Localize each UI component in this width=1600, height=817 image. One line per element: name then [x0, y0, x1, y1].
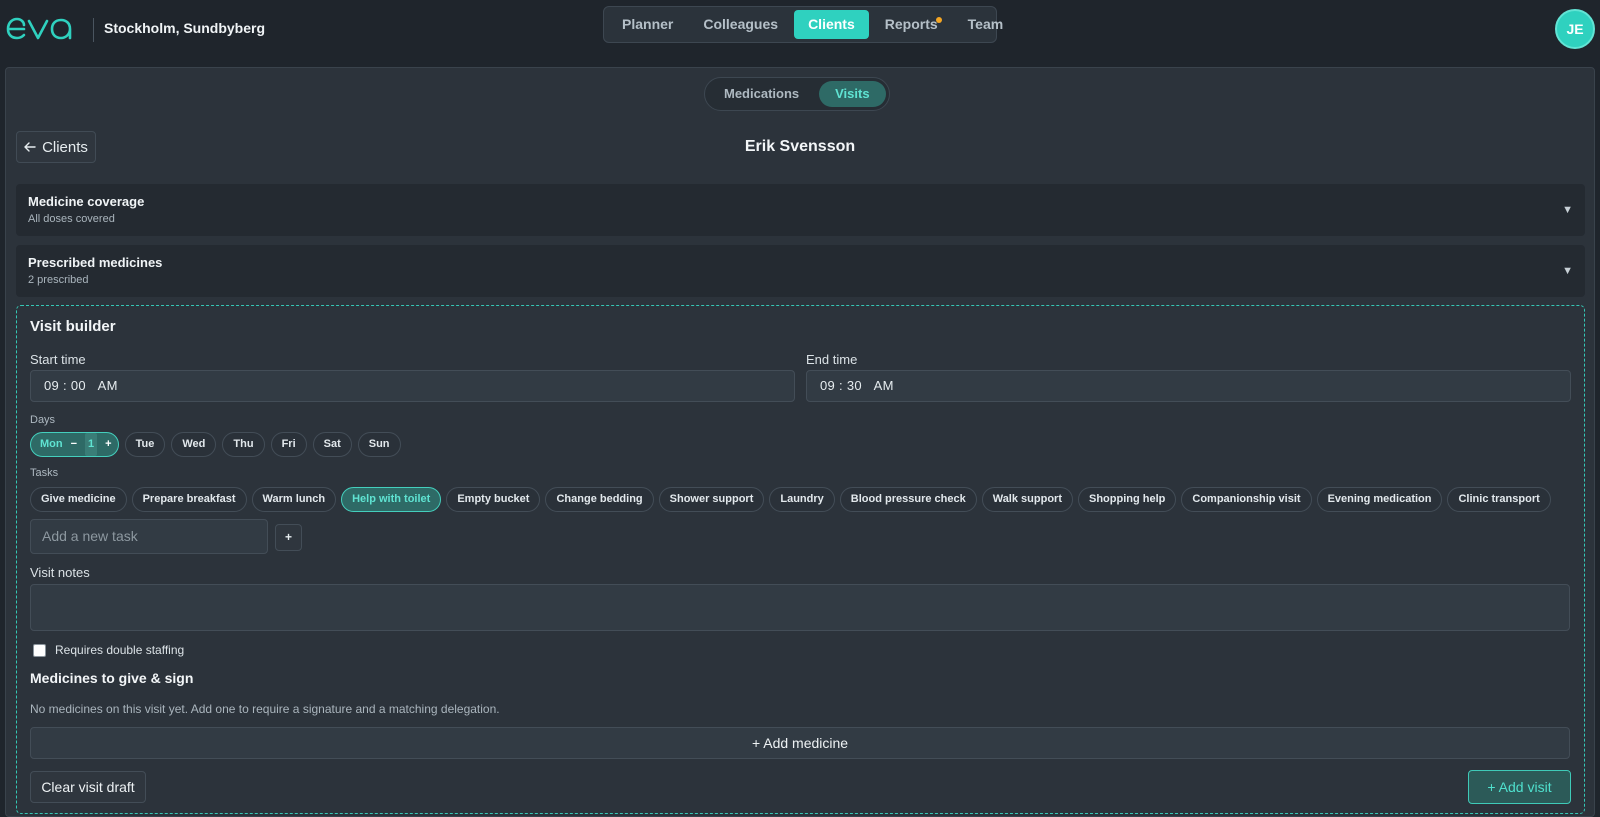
task-chip[interactable]: Shopping help	[1077, 487, 1177, 512]
day-chip-sun[interactable]: Sun	[357, 432, 401, 457]
client-name-title: Erik Svensson	[744, 138, 856, 155]
task-chip[interactable]: Prepare breakfast	[131, 487, 247, 512]
visit-notes-textarea[interactable]	[30, 584, 1570, 631]
task-chip[interactable]: Evening medication	[1316, 487, 1443, 512]
days-label: Days	[30, 414, 56, 426]
start-minute[interactable]: 00	[71, 378, 86, 393]
eva-logo[interactable]	[6, 16, 78, 42]
day-chip-mon[interactable]: Mon − 1 +	[30, 432, 119, 457]
add-visit-button[interactable]: + Add visit	[1468, 770, 1571, 804]
time-colon: :	[59, 378, 71, 393]
end-time-input[interactable]: 09 : 30 AM	[806, 370, 1571, 402]
task-chip[interactable]: Walk support	[981, 487, 1073, 512]
task-chip[interactable]: Laundry	[769, 487, 835, 512]
end-hour[interactable]: 09	[820, 378, 835, 393]
nav-colleagues[interactable]: Colleagues	[689, 10, 792, 39]
tasks-label: Tasks	[30, 467, 59, 479]
nav-reports[interactable]: Reports	[871, 10, 952, 39]
card-title: Medicine coverage	[28, 194, 145, 209]
prescribed-medicines-card[interactable]: Prescribed medicines 2 prescribed ▼	[16, 245, 1585, 297]
time-colon: :	[835, 378, 847, 393]
day-chip-thu[interactable]: Thu	[222, 432, 265, 457]
task-chip[interactable]: Empty bucket	[446, 487, 541, 512]
nav-clients[interactable]: Clients	[794, 10, 869, 39]
main-nav: Planner Colleagues Clients Reports Team	[603, 6, 1003, 43]
caret-down-icon: ▼	[1562, 204, 1573, 216]
card-subtitle: 2 prescribed	[28, 274, 89, 286]
notification-dot-icon	[935, 17, 942, 23]
double-staffing-label[interactable]: Requires double staffing	[55, 643, 184, 657]
task-chip[interactable]: Shower support	[658, 487, 765, 512]
task-chip[interactable]: Clinic transport	[1447, 487, 1551, 512]
decrement-button[interactable]: −	[71, 433, 77, 456]
task-chip[interactable]: Blood pressure check	[839, 487, 977, 512]
day-chip-wed[interactable]: Wed	[171, 432, 217, 457]
start-period[interactable]: AM	[98, 378, 118, 393]
day-chip-tue[interactable]: Tue	[124, 432, 166, 457]
nav-planner[interactable]: Planner	[608, 10, 687, 39]
card-subtitle: All doses covered	[28, 213, 115, 225]
medicines-empty-text: No medicines on this visit yet. Add one …	[30, 702, 500, 716]
nav-reports-label: Reports	[884, 16, 938, 32]
end-minute[interactable]: 30	[847, 378, 862, 393]
card-title: Prescribed medicines	[28, 255, 163, 270]
start-time-label: Start time	[30, 352, 86, 367]
tab-medications[interactable]: Medications	[708, 81, 815, 107]
double-staffing-checkbox[interactable]	[33, 644, 46, 657]
day-label: Mon	[40, 438, 63, 450]
medicines-section-title: Medicines to give & sign	[30, 670, 194, 686]
task-chip[interactable]: Give medicine	[30, 487, 127, 512]
logo-divider	[93, 18, 94, 42]
visit-builder-title: Visit builder	[30, 318, 116, 335]
nav-team[interactable]: Team	[954, 10, 1018, 39]
tab-visits[interactable]: Visits	[819, 81, 886, 107]
day-count: 1	[85, 433, 98, 456]
task-chip[interactable]: Companionship visit	[1181, 487, 1312, 512]
day-chip-fri[interactable]: Fri	[270, 432, 307, 457]
clear-visit-draft-button[interactable]: Clear visit draft	[30, 771, 146, 803]
location-label[interactable]: Stockholm, Sundbyberg	[104, 20, 265, 36]
end-period[interactable]: AM	[874, 378, 894, 393]
new-task-input[interactable]: Add a new task	[30, 519, 268, 554]
task-chip[interactable]: Warm lunch	[251, 487, 337, 512]
start-hour[interactable]: 09	[44, 378, 59, 393]
top-bar: Stockholm, Sundbyberg Planner Colleagues…	[0, 0, 1600, 60]
tasks-chips: Give medicine Prepare breakfast Warm lun…	[30, 487, 1551, 512]
days-chips: Mon − 1 + Tue Wed Thu Fri Sat Sun	[30, 432, 401, 457]
visit-notes-label: Visit notes	[30, 565, 90, 580]
end-time-label: End time	[806, 352, 858, 367]
add-task-button[interactable]: +	[275, 524, 302, 551]
add-medicine-button[interactable]: + Add medicine	[30, 727, 1570, 759]
view-tabs: Medications Visits	[704, 77, 890, 111]
task-chip[interactable]: Change bedding	[545, 487, 654, 512]
caret-down-icon: ▼	[1562, 265, 1573, 277]
user-avatar[interactable]: JE	[1555, 9, 1595, 49]
increment-button[interactable]: +	[105, 433, 111, 456]
task-chip-selected[interactable]: Help with toilet	[341, 487, 442, 512]
medicine-coverage-card[interactable]: Medicine coverage All doses covered ▼	[16, 184, 1585, 236]
start-time-input[interactable]: 09 : 00 AM	[30, 370, 795, 402]
day-chip-sat[interactable]: Sat	[312, 432, 352, 457]
